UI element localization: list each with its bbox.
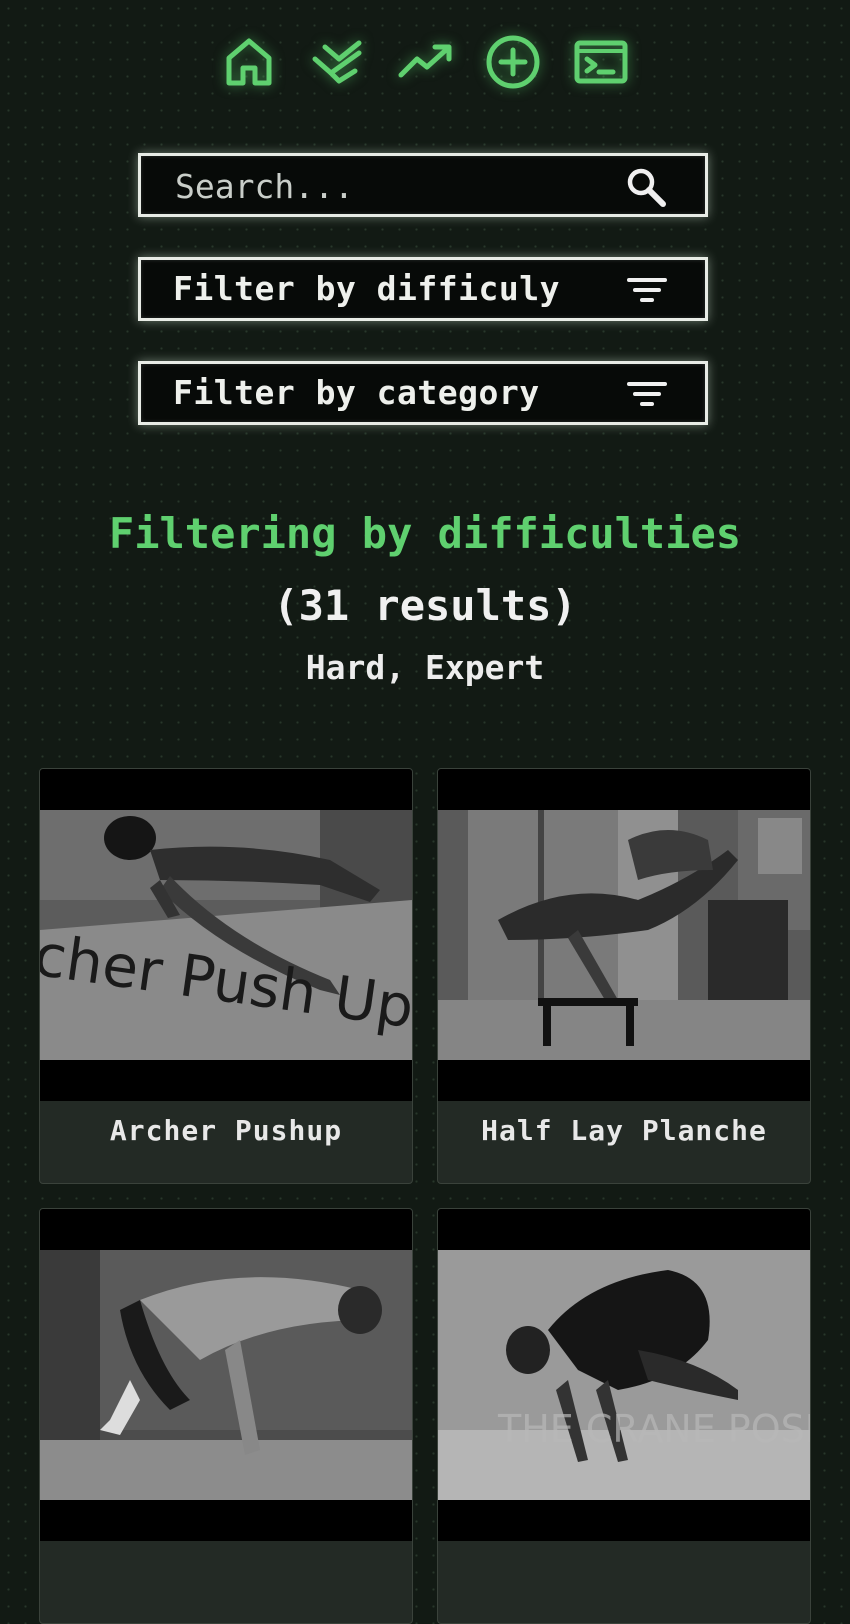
- exercise-title: Archer Pushup: [109, 1114, 343, 1147]
- exercise-thumbnail: THE CRANE POSE: [438, 1209, 810, 1541]
- results-count: (31 results): [273, 581, 577, 630]
- search-icon[interactable]: [625, 167, 669, 207]
- exercise-title: Half Lay Planche: [481, 1114, 767, 1147]
- nav-workouts[interactable]: [309, 30, 365, 92]
- category-filter-label: Filter by category: [173, 373, 540, 412]
- exercise-card[interactable]: Half Lay Planche: [437, 768, 811, 1184]
- exercise-thumbnail: [438, 769, 810, 1101]
- filter-icon: [627, 382, 667, 406]
- progress-icon: [398, 44, 452, 78]
- top-nav: [0, 30, 850, 92]
- difficulty-filter-label: Filter by difficuly: [173, 269, 560, 308]
- exercise-thumbnail: [40, 1209, 412, 1541]
- search-input[interactable]: [173, 156, 617, 216]
- exercise-card[interactable]: [39, 1208, 413, 1624]
- exercise-card[interactable]: THE CRANE POSE: [437, 1208, 811, 1624]
- nav-home[interactable]: [221, 30, 277, 92]
- add-icon: [486, 35, 540, 89]
- results-prefix: Filtering by difficulties: [108, 509, 742, 558]
- difficulty-filter[interactable]: Filter by difficuly: [138, 257, 708, 321]
- exercise-thumbnail: cher Push Ups: [40, 769, 412, 1101]
- exercise-title: [438, 1541, 810, 1601]
- search-box[interactable]: [138, 153, 708, 217]
- exercise-grid: cher Push Ups Archer Pushup Half Lay Pla…: [39, 768, 811, 1624]
- overlay-text: THE CRANE POSE: [497, 1407, 810, 1451]
- home-icon: [226, 38, 272, 86]
- results-heading: Filtering by difficulties (31 results): [60, 498, 790, 642]
- filter-icon: [627, 278, 667, 302]
- exercise-card[interactable]: cher Push Ups Archer Pushup: [39, 768, 413, 1184]
- exercise-title: [40, 1541, 412, 1601]
- workouts-icon: [312, 40, 362, 84]
- category-filter[interactable]: Filter by category: [138, 361, 708, 425]
- terminal-icon: [574, 40, 628, 84]
- nav-progress[interactable]: [397, 30, 453, 92]
- nav-terminal[interactable]: [573, 30, 629, 92]
- selected-difficulties: Hard, Expert: [305, 648, 545, 687]
- nav-add[interactable]: [485, 30, 541, 92]
